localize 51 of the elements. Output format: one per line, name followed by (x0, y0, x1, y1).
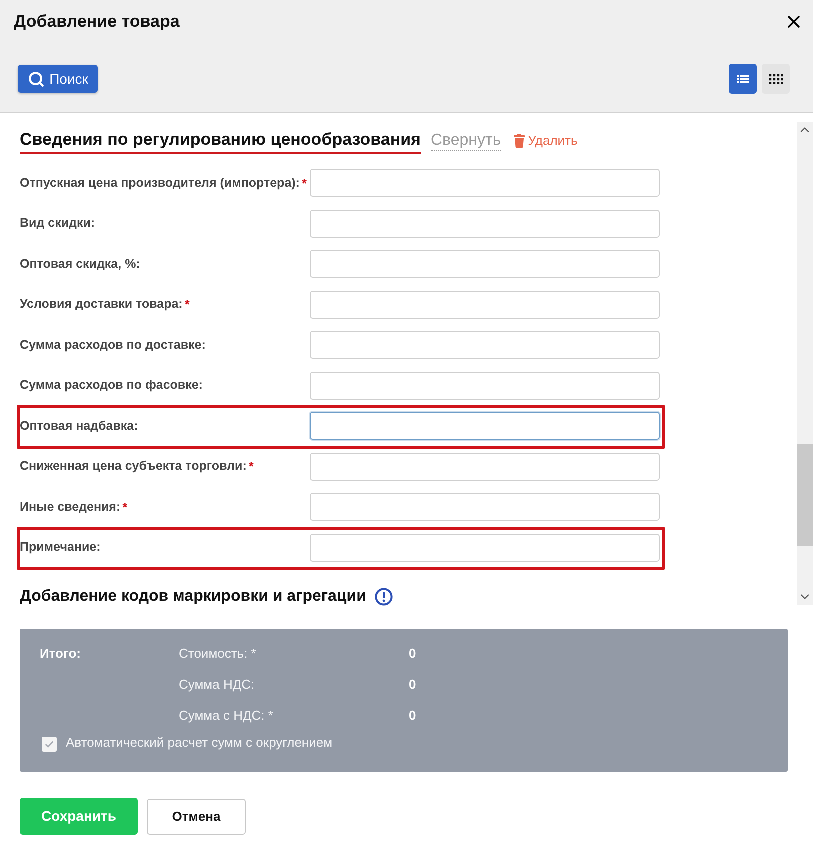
search-icon (28, 70, 45, 88)
scrollbar-thumb[interactable] (797, 444, 813, 546)
list-view-button[interactable] (729, 64, 757, 94)
auto-calc-checkbox[interactable] (42, 736, 57, 752)
field-label: Сумма расходов по доставке: (20, 336, 206, 354)
text-field[interactable] (310, 290, 660, 319)
field-label: Условия доставки товара: (20, 296, 183, 314)
text-field[interactable] (310, 331, 660, 360)
dialog-title: Добавление товара (14, 11, 180, 33)
field-label: Оптовая надбавка: (20, 418, 138, 435)
delete-link[interactable]: Удалить (514, 133, 578, 149)
checkmark-icon (45, 740, 54, 748)
list-view-icon (737, 75, 749, 83)
field-label: Вид скидки: (20, 215, 96, 232)
totals-value: 0 (409, 645, 416, 664)
totals-label: Сумма с НДС: * (179, 708, 274, 724)
section-title: Добавление кодов маркировки и агрегации (20, 587, 366, 607)
text-field[interactable] (310, 412, 660, 440)
text-field[interactable] (310, 169, 660, 198)
text-field[interactable] (310, 210, 660, 238)
required-mark: * (248, 458, 254, 476)
totals-title: Итого: (40, 646, 81, 662)
field-label: Иные сведения: (20, 498, 121, 516)
scrollbar-track[interactable] (797, 122, 813, 605)
field-label: Отпускная цена производителя (импортера): (20, 174, 300, 192)
required-mark: * (122, 498, 128, 516)
trash-icon (514, 134, 526, 148)
text-field[interactable] (310, 452, 660, 481)
field-label: Сниженная цена субъекта торговли: (20, 458, 247, 476)
grid-view-button[interactable] (762, 64, 790, 94)
collapse-link[interactable]: Свернуть (430, 131, 502, 151)
grid-view-icon (769, 74, 783, 84)
text-field[interactable] (310, 493, 660, 522)
exclamation-circle-icon[interactable] (375, 588, 394, 606)
field-label: Оптовая скидка, %: (20, 256, 140, 273)
field-label: Примечание: (20, 539, 101, 556)
totals-label: Сумма НДС: (179, 677, 255, 692)
required-mark: * (302, 174, 308, 192)
section-title: Сведения по регулированию ценообразования (20, 129, 421, 154)
totals-value: 0 (409, 676, 416, 694)
save-button[interactable]: Сохранить (20, 798, 138, 835)
totals-label: Стоимость: * (179, 646, 256, 662)
required-mark: * (184, 296, 190, 314)
field-label: Сумма расходов по фасовке: (20, 377, 203, 394)
cancel-button[interactable]: Отмена (147, 798, 246, 834)
auto-calc-label: Автоматический расчет сумм с округлением (66, 734, 333, 752)
text-field[interactable] (310, 250, 660, 278)
text-field[interactable] (310, 534, 660, 562)
totals-value: 0 (409, 707, 416, 726)
search-button[interactable]: Поиск (18, 65, 98, 93)
text-field[interactable] (310, 372, 660, 400)
